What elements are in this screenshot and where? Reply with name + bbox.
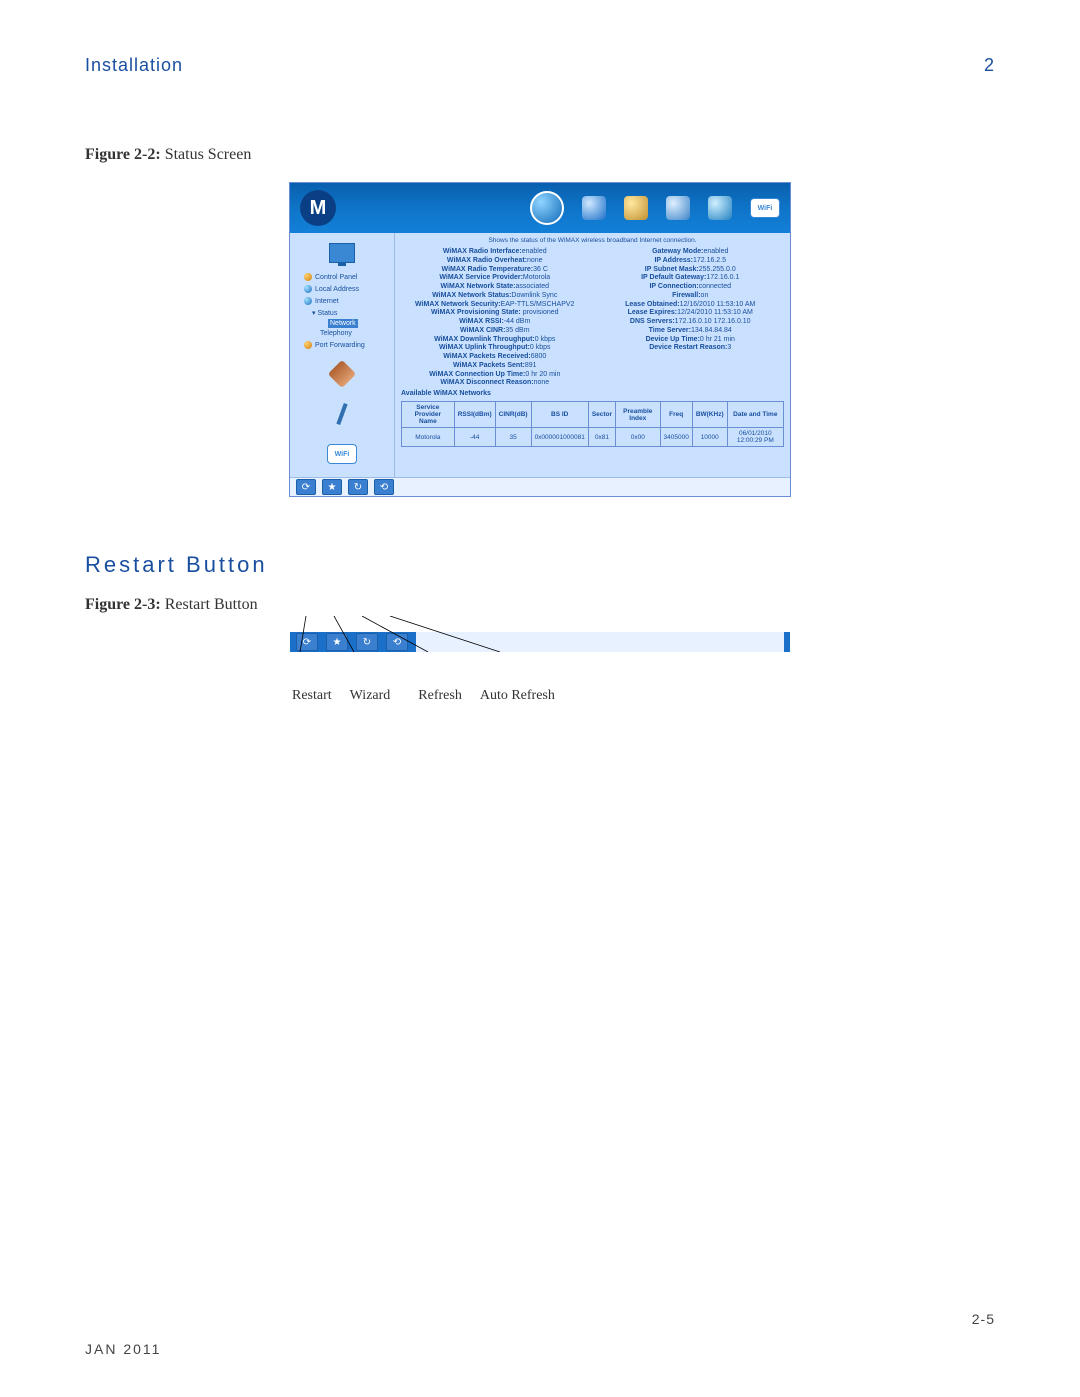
motorola-logo-icon: M bbox=[300, 190, 336, 226]
monitor-icon bbox=[329, 243, 355, 263]
stat-row: WiMAX Connection Up Time:0 hr 20 min bbox=[401, 371, 589, 380]
sidebar: Control Panel Local Address Internet ▾ S… bbox=[290, 233, 395, 477]
stat-row: WiMAX Radio Interface:enabled bbox=[401, 248, 589, 257]
stat-row: IP Address:172.16.2.5 bbox=[597, 257, 785, 266]
wifi-icon: WiFi bbox=[750, 198, 780, 218]
stat-row: WiMAX Network Status:Downlink Sync bbox=[401, 292, 589, 301]
signal-icon bbox=[582, 196, 606, 220]
table-header: Service Provider Name bbox=[402, 402, 455, 428]
stat-row: Device Restart Reason:3 bbox=[597, 344, 785, 353]
label-refresh: Refresh bbox=[418, 688, 462, 704]
auto-refresh-button[interactable]: ⟲ bbox=[374, 479, 394, 495]
stat-row: WiMAX Packets Sent:891 bbox=[401, 362, 589, 371]
bottom-toolbar: ⟳ ★ ↻ ⟲ bbox=[290, 477, 790, 496]
restart-button-figure: ⟳ ★ ↻ ⟲ Restart Wizard Refresh Auto Refr… bbox=[290, 632, 790, 704]
table-header: Sector bbox=[588, 402, 615, 428]
stat-row: WiMAX CINR:35 dBm bbox=[401, 327, 589, 336]
stat-row: Firewall:on bbox=[597, 292, 785, 301]
footer-date: JAN 2011 bbox=[85, 1341, 161, 1357]
pen-icon bbox=[336, 403, 347, 425]
stat-row: DNS Servers:172.16.0.10 172.16.0.10 bbox=[597, 318, 785, 327]
stat-row: WiMAX Service Provider:Motorola bbox=[401, 274, 589, 283]
stat-row: IP Connection:connected bbox=[597, 283, 785, 292]
app-banner: M WiFi bbox=[290, 183, 790, 233]
header-chapter: 2 bbox=[984, 55, 995, 76]
stat-row: Lease Expires:12/24/2010 11:53:10 AM bbox=[597, 309, 785, 318]
stat-row: Lease Obtained:12/16/2010 11:53:10 AM bbox=[597, 301, 785, 310]
main-panel: Shows the status of the WiMAX wireless b… bbox=[395, 233, 790, 477]
table-cell: 0x00 bbox=[616, 428, 660, 447]
wizard-button[interactable]: ★ bbox=[322, 479, 342, 495]
callout-lines bbox=[290, 616, 790, 652]
figure-2-3-title: Restart Button bbox=[165, 596, 258, 613]
figure-2-2-label: Figure 2-2: bbox=[85, 146, 161, 163]
table-header: BS ID bbox=[531, 402, 588, 428]
stat-row: IP Default Gateway:172.16.0.1 bbox=[597, 274, 785, 283]
table-cell: -44 bbox=[454, 428, 495, 447]
nav-internet[interactable]: Internet bbox=[294, 295, 390, 307]
table-cell: 0x81 bbox=[588, 428, 615, 447]
table-cell: 3405000 bbox=[660, 428, 692, 447]
figure-2-2-title: Status Screen bbox=[165, 146, 252, 163]
nav-local-address[interactable]: Local Address bbox=[294, 283, 390, 295]
header-section: Installation bbox=[85, 55, 183, 76]
table-header-row: Service Provider NameRSSI(dBm)CINR(dB)BS… bbox=[402, 402, 784, 428]
nav-network-active[interactable]: Network bbox=[328, 319, 358, 328]
table-header: RSSI(dBm) bbox=[454, 402, 495, 428]
globe-icon bbox=[530, 191, 564, 225]
status-description: Shows the status of the WiMAX wireless b… bbox=[401, 237, 784, 244]
table-data-row: Motorola-44350x0000010000810x810x0034050… bbox=[402, 428, 784, 447]
network-icon bbox=[708, 196, 732, 220]
stat-row: WiMAX Downlink Throughput:0 kbps bbox=[401, 336, 589, 345]
table-cell: 06/01/2010 12:00:29 PM bbox=[727, 428, 783, 447]
figure-2-3-label: Figure 2-3: bbox=[85, 596, 161, 613]
status-screen-figure: M WiFi Control Panel Local Address Inter… bbox=[289, 182, 791, 497]
callout-labels: Restart Wizard Refresh Auto Refresh bbox=[290, 688, 790, 704]
stat-row: WiMAX RSSI:-44 dBm bbox=[401, 318, 589, 327]
nav-telephony[interactable]: Telephony bbox=[294, 328, 390, 339]
table-header: CINR(dB) bbox=[495, 402, 531, 428]
stat-row: IP Subnet Mask:255.255.0.0 bbox=[597, 266, 785, 275]
networks-table: Service Provider NameRSSI(dBm)CINR(dB)BS… bbox=[401, 401, 784, 447]
computer-icon bbox=[666, 196, 690, 220]
page-number: 2-5 bbox=[972, 1311, 995, 1327]
table-header: BW(KHz) bbox=[692, 402, 727, 428]
stat-row: WiMAX Network State:associated bbox=[401, 283, 589, 292]
stat-row: WiMAX Network Security:EAP-TTLS/MSCHAPV2 bbox=[401, 301, 589, 310]
stat-row: Gateway Mode:enabled bbox=[597, 248, 785, 257]
right-stats-column: Gateway Mode:enabledIP Address:172.16.2.… bbox=[597, 248, 785, 388]
stat-row: WiMAX Packets Received:6800 bbox=[401, 353, 589, 362]
stat-row: WiMAX Radio Temperature:36 C bbox=[401, 266, 589, 275]
stat-row: Device Up Time:0 hr 21 min bbox=[597, 336, 785, 345]
table-header: Freq bbox=[660, 402, 692, 428]
label-auto-refresh: Auto Refresh bbox=[480, 688, 555, 704]
table-cell: Motorola bbox=[402, 428, 455, 447]
table-header: Date and Time bbox=[727, 402, 783, 428]
restart-button[interactable]: ⟳ bbox=[296, 479, 316, 495]
restart-section-title: Restart Button bbox=[85, 552, 995, 578]
wireless-icon bbox=[624, 196, 648, 220]
left-stats-column: WiMAX Radio Interface:enabledWiMAX Radio… bbox=[401, 248, 589, 388]
refresh-button[interactable]: ↻ bbox=[348, 479, 368, 495]
page-header: Installation 2 bbox=[85, 55, 995, 76]
table-cell: 0x000001000081 bbox=[531, 428, 588, 447]
stat-row: WiMAX Disconnect Reason:none bbox=[401, 379, 589, 388]
nav-status[interactable]: ▾ Status bbox=[294, 307, 390, 319]
stat-row: WiMAX Provisioning State: provisioned bbox=[401, 309, 589, 318]
table-header: Preamble Index bbox=[616, 402, 660, 428]
stat-row: WiMAX Radio Overheat:none bbox=[401, 257, 589, 266]
figure-2-2-caption: Figure 2-2: Status Screen bbox=[85, 146, 995, 164]
wrench-icon bbox=[328, 360, 356, 388]
stat-row: WiMAX Uplink Throughput:0 kbps bbox=[401, 344, 589, 353]
table-cell: 10000 bbox=[692, 428, 727, 447]
figure-2-3-caption: Figure 2-3: Restart Button bbox=[85, 596, 995, 614]
available-networks-label: Available WiMAX Networks bbox=[401, 390, 784, 397]
stat-row: Time Server:134.84.84.84 bbox=[597, 327, 785, 336]
nav-control-panel[interactable]: Control Panel bbox=[294, 271, 390, 283]
label-wizard: Wizard bbox=[350, 688, 391, 704]
wifi-badge-icon: WiFi bbox=[327, 444, 357, 464]
label-restart: Restart bbox=[292, 688, 332, 704]
nav-port-forwarding[interactable]: Port Forwarding bbox=[294, 339, 390, 351]
table-cell: 35 bbox=[495, 428, 531, 447]
